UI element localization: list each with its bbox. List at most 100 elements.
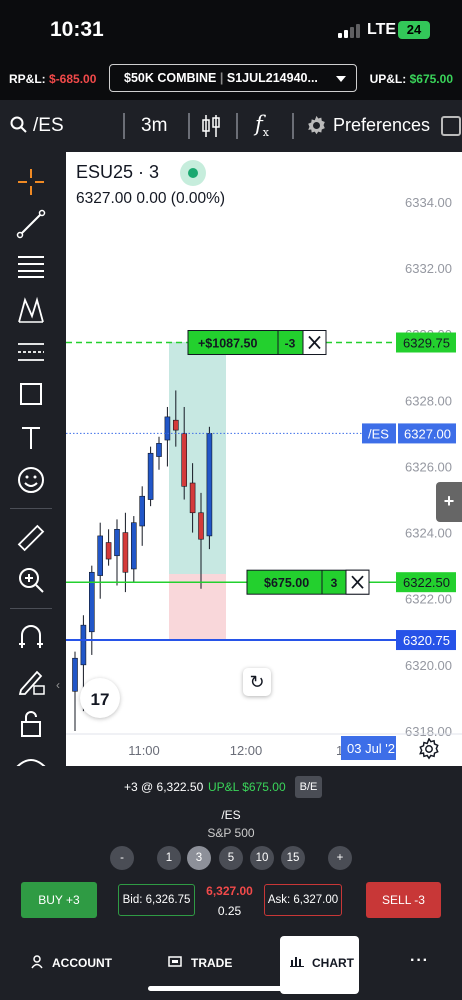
lock-drawing-icon[interactable] <box>15 664 47 696</box>
emoji-icon[interactable] <box>15 464 47 496</box>
candle-body <box>88 571 95 633</box>
candle-body <box>122 532 129 573</box>
signal-icon <box>338 24 362 38</box>
candle-body <box>105 542 112 560</box>
layout-icon[interactable] <box>441 116 461 136</box>
profit-zone <box>169 342 226 574</box>
candle-body <box>156 443 162 457</box>
loss-zone <box>169 574 226 639</box>
divider <box>236 113 238 139</box>
person-icon <box>31 955 43 969</box>
ruler-icon[interactable] <box>15 522 47 554</box>
last-price: 6,327.00 <box>206 884 253 898</box>
status-bar: 10:31 LTE 24 <box>0 0 462 58</box>
candle-body <box>80 624 87 666</box>
symbol-tag-label: /ES <box>368 426 389 441</box>
target-qty-label: -3 <box>285 337 296 351</box>
target-price-label: 6329.75 <box>403 336 450 351</box>
bid-button[interactable]: Bid: 6,326.75 <box>118 884 195 916</box>
candle-body <box>72 657 78 692</box>
interval-button[interactable]: 3m <box>141 115 167 137</box>
candle-body <box>131 522 137 570</box>
instrument-symbol: /ES <box>221 808 241 822</box>
price-scale-label: 6318.00 <box>405 724 452 739</box>
plus-icon[interactable]: + <box>436 482 462 522</box>
magnet-icon[interactable] <box>15 622 47 654</box>
nav-trade[interactable]: TRADE <box>191 956 232 970</box>
reset-icon[interactable]: ↻ <box>243 668 271 696</box>
qty-5-button[interactable]: 5 <box>219 846 243 870</box>
search-icon[interactable] <box>10 116 27 133</box>
sell-button[interactable]: SELL -3 <box>366 882 441 918</box>
price-scale-label: 6320.00 <box>405 658 452 673</box>
candle-body <box>189 482 196 514</box>
divider <box>292 113 294 139</box>
qty-decrease-button[interactable]: - <box>110 846 134 870</box>
symbol-search[interactable]: /ES <box>33 115 64 137</box>
realized-pnl: RP&L: $-685.00 <box>9 72 97 86</box>
svg-text:17: 17 <box>91 690 110 709</box>
price-scale-label: 6326.00 <box>405 459 452 474</box>
ask-button[interactable]: Ask: 6,327.00 <box>264 884 342 916</box>
zoom-icon[interactable] <box>15 564 47 596</box>
nav-account[interactable]: ACCOUNT <box>52 956 112 970</box>
position-qty-label: 3 <box>331 576 338 590</box>
chart-settings-icon[interactable] <box>418 738 440 760</box>
divider <box>188 113 190 139</box>
candle-body <box>114 528 120 557</box>
chevron-down-icon <box>336 76 346 82</box>
gear-icon[interactable] <box>306 115 327 136</box>
price-scale-label: 6334.00 <box>405 195 452 210</box>
buy-button[interactable]: BUY +3 <box>21 882 97 918</box>
chart-bars-icon <box>290 957 304 967</box>
divider <box>10 608 52 609</box>
target-pnl-label: +$1087.50 <box>198 337 257 351</box>
more-icon[interactable]: ··· <box>410 952 429 970</box>
ticket-icon <box>168 956 182 967</box>
network-label: LTE <box>367 21 397 38</box>
preferences-button[interactable]: Preferences <box>333 115 430 136</box>
prediction-icon[interactable] <box>15 336 47 368</box>
divider <box>10 508 52 509</box>
bottom-nav: ACCOUNT TRADE CHART ··· <box>0 926 462 1000</box>
account-bar: RP&L: $-685.00 $50K COMBINE | S1JUL21494… <box>0 58 462 100</box>
lock-icon[interactable] <box>15 708 47 740</box>
date-badge-label: 03 Jul '2 <box>347 741 395 756</box>
instrument-name: S&P 500 <box>207 826 255 840</box>
candle-body <box>139 495 145 527</box>
divider <box>123 113 125 139</box>
nav-chart[interactable]: CHART <box>312 956 354 970</box>
fib-icon[interactable] <box>15 250 47 282</box>
candlestick-icon[interactable] <box>201 114 221 138</box>
candle-body <box>173 419 179 431</box>
position-price-label: 6322.50 <box>403 575 450 590</box>
price-scale-label: 6324.00 <box>405 526 452 541</box>
target-order-label: +$1087.50 -3 <box>187 330 327 356</box>
unrealized-pnl: UP&L: $675.00 <box>369 72 453 86</box>
position-upl: UP&L $675.00 <box>208 780 286 794</box>
rectangle-icon[interactable] <box>15 378 47 410</box>
breakeven-button[interactable]: B/E <box>295 776 322 798</box>
text-icon[interactable] <box>15 422 47 454</box>
qty-1-button[interactable]: 1 <box>157 846 181 870</box>
clock: 10:31 <box>50 18 104 41</box>
position-pnl-label: $675.00 <box>264 576 309 590</box>
drawing-toolbar: ‹ <box>0 152 66 773</box>
candle-body <box>164 416 171 441</box>
trend-line-icon[interactable] <box>15 208 47 240</box>
time-axis-label: 11:00 <box>128 743 160 758</box>
candle-body <box>181 433 187 487</box>
qty-15-button[interactable]: 15 <box>281 846 305 870</box>
account-selector[interactable]: $50K COMBINE | S1JUL214940... <box>109 64 357 92</box>
chevron-left-icon[interactable]: ‹ <box>56 678 60 692</box>
crosshair-icon[interactable] <box>15 166 47 198</box>
qty-10-button[interactable]: 10 <box>250 846 274 870</box>
qty-3-button[interactable]: 3 <box>187 846 211 870</box>
indicators-icon[interactable]: fx <box>255 112 269 139</box>
pattern-icon[interactable] <box>15 294 47 326</box>
last-price-label: 6327.00 <box>404 426 451 441</box>
qty-increase-button[interactable]: + <box>328 846 352 870</box>
price-scale-label: 6322.00 <box>405 592 452 607</box>
price-chart[interactable]: 6334.006332.006330.006328.006326.006324.… <box>66 152 462 766</box>
chart-toolbar: /ES 3m fx Preferences <box>0 100 462 152</box>
